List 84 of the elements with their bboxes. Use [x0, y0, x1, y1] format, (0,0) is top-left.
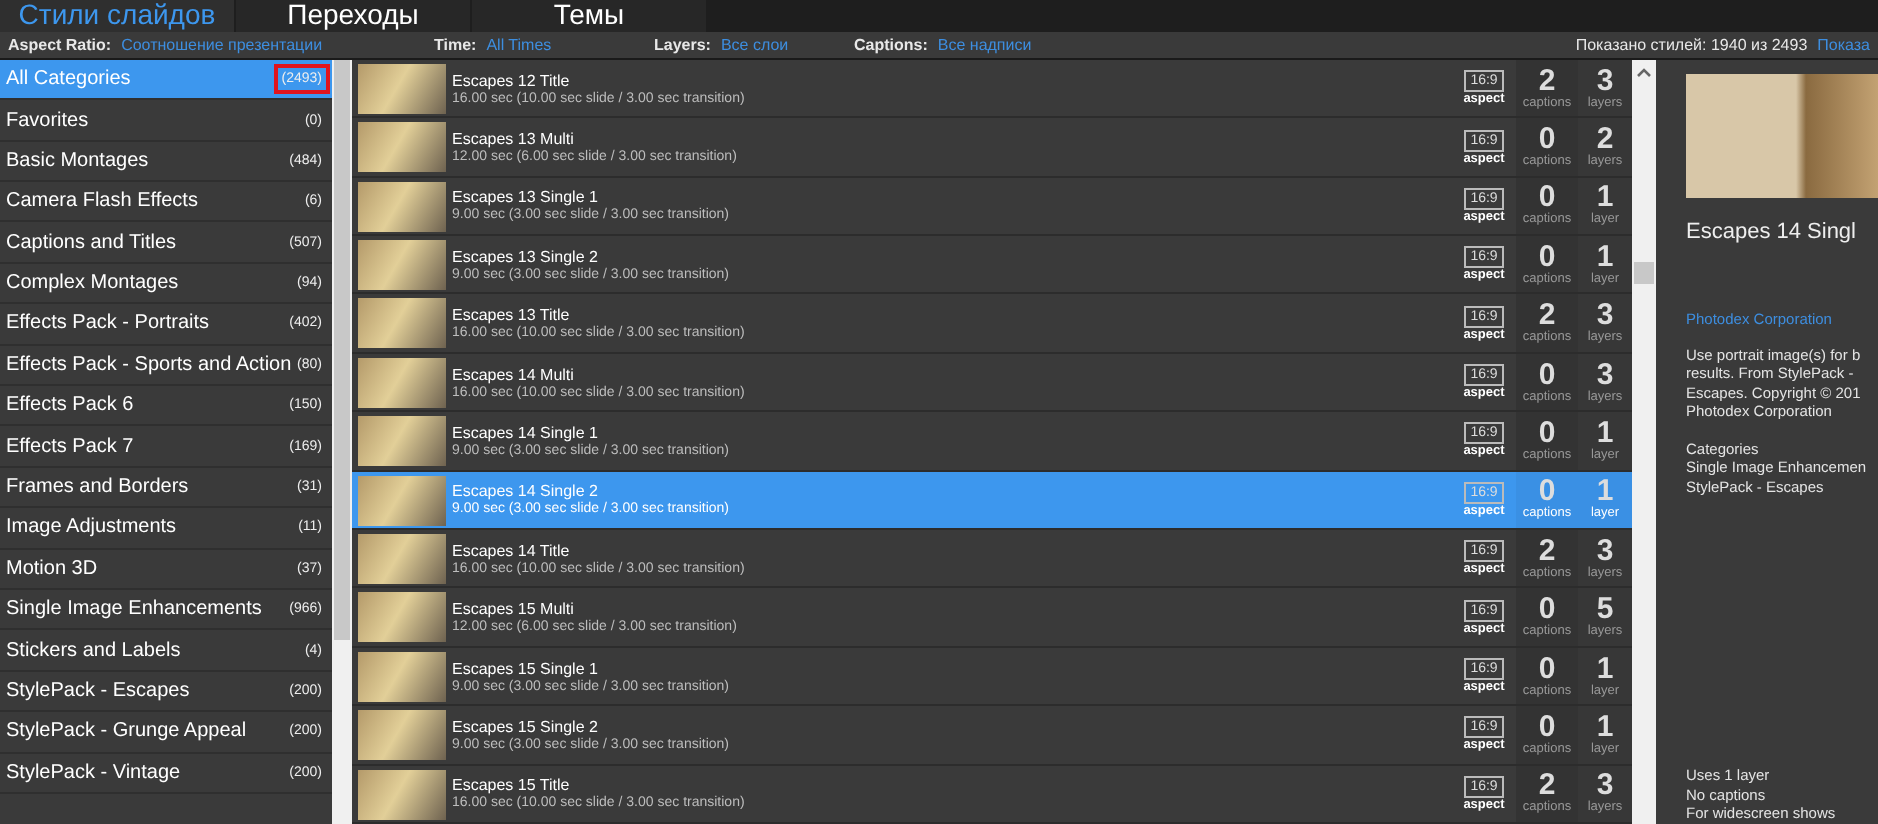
captions-count: 2	[1538, 537, 1556, 566]
scrollbar-thumb[interactable]	[1634, 261, 1654, 284]
layers-count: 3	[1596, 67, 1614, 96]
captions-count: 0	[1538, 713, 1556, 742]
category-name: Camera Flash Effects	[6, 190, 198, 213]
photo-placeholder	[358, 240, 446, 291]
category-name: Effects Pack 7	[6, 435, 134, 458]
captions-count: 2	[1538, 67, 1556, 96]
style-title: Escapes 13 Single 1	[452, 188, 600, 207]
captions-count: 0	[1538, 184, 1556, 213]
category-name: All Categories	[6, 68, 131, 91]
photo-placeholder	[358, 181, 446, 232]
photo-placeholder	[358, 357, 446, 408]
photo-placeholder	[358, 475, 446, 526]
category-scrollbar[interactable]	[332, 59, 352, 824]
category-name: StylePack - Escapes	[6, 679, 190, 702]
category-name: Effects Pack 6	[6, 394, 134, 417]
style-title: Escapes 14 Multi	[452, 365, 576, 384]
style-title: Escapes 15 Multi	[452, 600, 576, 619]
tab[interactable]: Переходы	[236, 0, 470, 32]
category-name: Captions and Titles	[6, 231, 177, 254]
captions-count: 0	[1538, 361, 1556, 390]
category-name: Image Adjustments	[6, 516, 177, 539]
style-title: Escapes 15 Single 2	[452, 717, 600, 736]
style-title: Escapes 15 Title	[452, 776, 572, 795]
captions-count: 2	[1538, 772, 1556, 801]
captions-count: 0	[1538, 655, 1556, 684]
captions-count: 0	[1538, 243, 1556, 272]
photo-placeholder	[358, 592, 446, 643]
shown-count: Показано стилей: 1940 из 2493	[1575, 35, 1808, 54]
style-title: Escapes 14 Title	[452, 541, 572, 560]
category-name: Effects Pack - Portraits	[6, 312, 210, 335]
filter-label: Time:	[434, 35, 477, 54]
tab[interactable]: Стили слайдов	[0, 0, 234, 32]
style-title: Escapes 13 Multi	[452, 130, 576, 148]
category-name: Stickers and Labels	[6, 639, 181, 662]
layers-count: 1	[1596, 243, 1614, 272]
photo-placeholder	[358, 298, 446, 349]
captions-count: 0	[1538, 419, 1556, 448]
photo-placeholder	[358, 710, 446, 761]
scrollbar-thumb[interactable]	[334, 59, 350, 640]
style-title: Escapes 13 Title	[452, 306, 572, 325]
photo-placeholder	[358, 63, 446, 114]
style-title: Escapes 14 Single 1	[452, 423, 600, 442]
captions-count: 0	[1538, 596, 1556, 625]
category-name: Complex Montages	[6, 272, 179, 295]
layers-count: 3	[1596, 361, 1614, 390]
layers-count: 1	[1596, 419, 1614, 448]
captions-count: 0	[1538, 126, 1556, 154]
photo-placeholder	[358, 651, 446, 702]
detail-title: Escapes 14 Singl	[1686, 219, 1858, 244]
layers-count: 2	[1596, 126, 1614, 154]
style-title: Escapes 12 Title	[452, 71, 572, 90]
category-name: Single Image Enhancements	[6, 598, 262, 621]
layers-count: 1	[1596, 713, 1614, 742]
layers-count: 3	[1596, 302, 1614, 331]
photo-placeholder	[358, 534, 446, 585]
captions-count: 2	[1538, 302, 1556, 331]
tab[interactable]: Темы	[472, 0, 706, 32]
category-name: Frames and Borders	[6, 476, 189, 499]
category-name: Effects Pack - Sports and Action	[6, 353, 292, 376]
photo-placeholder	[358, 416, 446, 467]
style-title: Escapes 15 Single 1	[452, 659, 600, 678]
category-name: Motion 3D	[6, 557, 98, 580]
filter-label: Aspect Ratio:	[8, 35, 112, 54]
style-title: Escapes 14 Single 2	[452, 482, 600, 501]
layers-count: 1	[1596, 478, 1614, 507]
style-title: Escapes 13 Single 2	[452, 247, 600, 266]
filter-label: Layers:	[654, 35, 711, 54]
photo-placeholder	[358, 122, 446, 173]
layers-count: 1	[1596, 184, 1614, 213]
photo-placeholder	[358, 769, 446, 820]
layers-count: 1	[1596, 655, 1614, 684]
category-name: StylePack - Grunge Appeal	[6, 720, 247, 743]
layers-count: 3	[1596, 537, 1614, 566]
layers-count: 3	[1596, 772, 1614, 801]
category-name: Favorites	[6, 109, 89, 131]
scroll-up-icon[interactable]	[1636, 65, 1652, 78]
filter-label: Captions:	[854, 35, 928, 54]
category-name: StylePack - Vintage	[6, 761, 181, 784]
layers-count: 5	[1596, 596, 1614, 625]
styles-scrollbar[interactable]	[1632, 59, 1656, 824]
captions-count: 0	[1538, 478, 1556, 507]
category-name: Basic Montages	[6, 149, 149, 172]
